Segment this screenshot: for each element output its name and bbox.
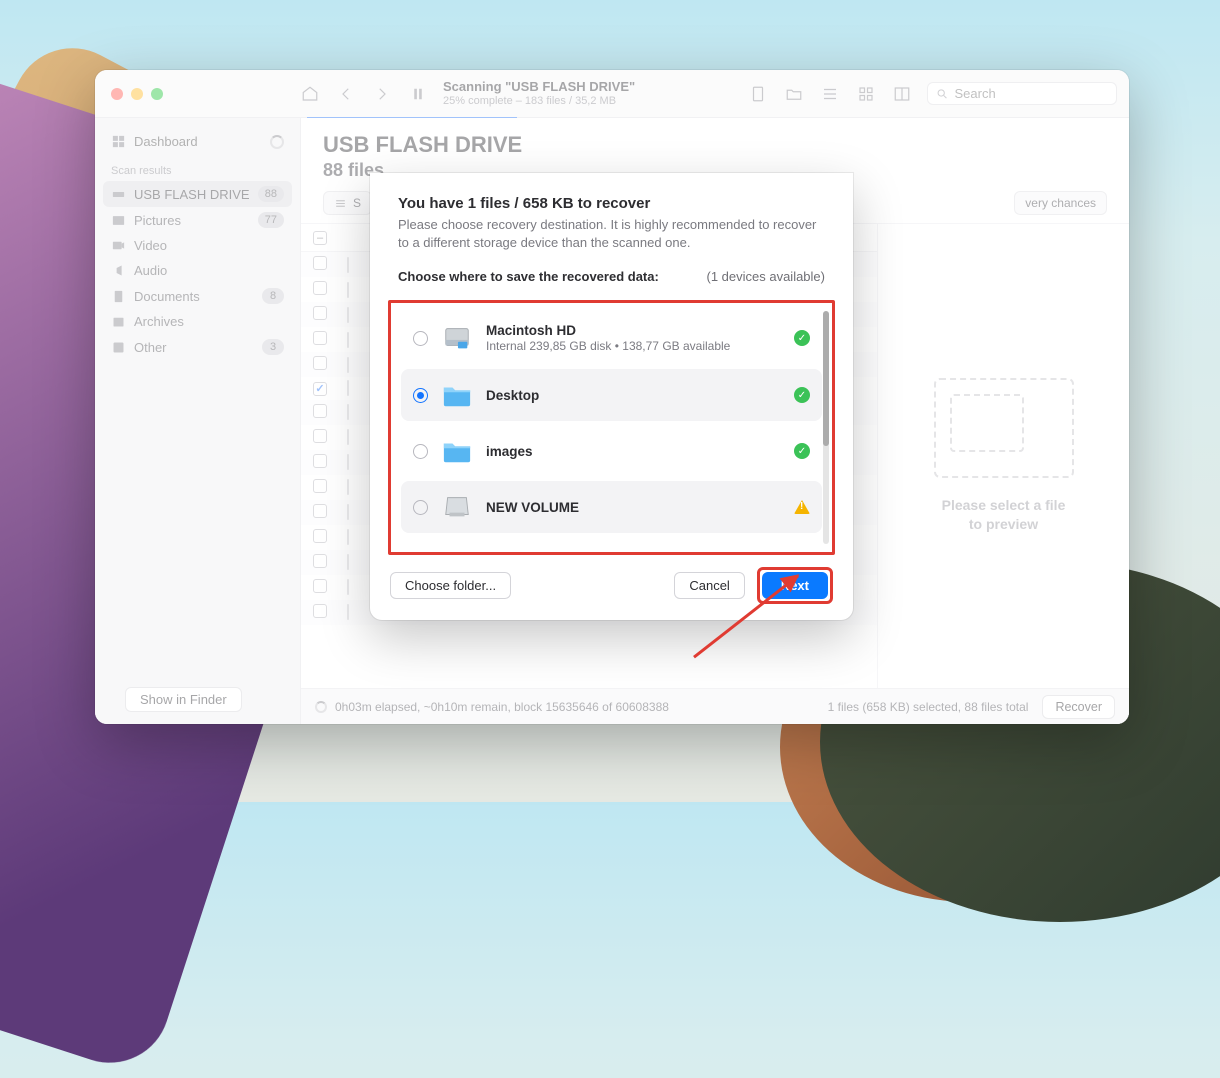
destination-macintosh-hd[interactable]: Macintosh HD (401, 537, 822, 555)
scrollbar[interactable] (823, 311, 829, 544)
destination-desktop[interactable]: Desktop (401, 369, 822, 421)
folder-icon (442, 381, 472, 409)
status-warn-icon (794, 500, 810, 514)
hdd-icon (442, 549, 472, 555)
destination-new-volume[interactable]: NEW VOLUME (401, 481, 822, 533)
destination-list-highlight: Macintosh HDInternal 239,85 GB disk • 13… (388, 300, 835, 555)
destination-macintosh-hd[interactable]: Macintosh HDInternal 239,85 GB disk • 13… (401, 311, 822, 365)
destination-images[interactable]: images (401, 425, 822, 477)
destination-name: images (486, 444, 780, 459)
destination-radio[interactable] (413, 388, 428, 403)
cancel-button[interactable]: Cancel (674, 572, 744, 599)
status-ok-icon (794, 443, 810, 459)
destination-name: NEW VOLUME (486, 500, 780, 515)
status-ok-icon (794, 387, 810, 403)
choose-folder-button[interactable]: Choose folder... (390, 572, 511, 599)
destination-detail: Internal 239,85 GB disk • 138,77 GB avai… (486, 339, 780, 353)
status-ok-icon (794, 330, 810, 346)
choose-label: Choose where to save the recovered data: (398, 269, 659, 284)
destination-radio[interactable] (413, 444, 428, 459)
folder-icon (442, 437, 472, 465)
modal-title: You have 1 files / 658 KB to recover (398, 195, 825, 212)
destination-radio[interactable] (413, 331, 428, 346)
ext-icon (442, 493, 472, 521)
hdd-icon (442, 324, 472, 352)
destination-radio[interactable] (413, 500, 428, 515)
destination-name: Desktop (486, 388, 780, 403)
devices-available-label: (1 devices available) (706, 269, 825, 284)
destination-name: Macintosh HD (486, 323, 780, 338)
destination-list[interactable]: Macintosh HDInternal 239,85 GB disk • 13… (391, 307, 828, 555)
modal-description: Please choose recovery destination. It i… (398, 216, 825, 251)
recovery-destination-modal: You have 1 files / 658 KB to recover Ple… (370, 173, 853, 620)
